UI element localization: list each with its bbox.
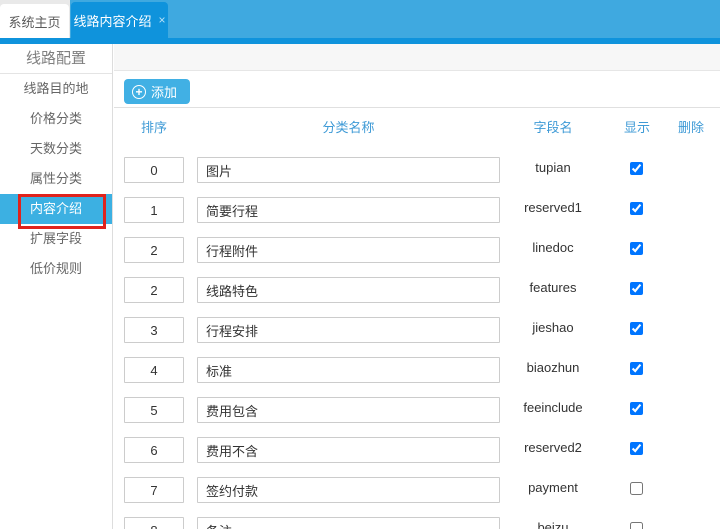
table-row: reserved2	[113, 428, 720, 468]
show-checkbox[interactable]	[630, 522, 643, 529]
field-name-text: biaozhun	[493, 348, 613, 388]
show-checkbox[interactable]	[630, 162, 643, 175]
sidebar-item-天数分类[interactable]: 天数分类	[0, 134, 112, 164]
category-name-input[interactable]	[197, 237, 500, 263]
field-name-text: tupian	[493, 148, 613, 188]
column-header-delete: 删除	[661, 108, 720, 148]
sort-order-input[interactable]	[124, 157, 184, 183]
field-name-text: beizu	[493, 508, 613, 529]
category-name-input[interactable]	[197, 517, 500, 529]
category-name-input[interactable]	[197, 157, 500, 183]
field-name-text: linedoc	[493, 228, 613, 268]
table-row: features	[113, 268, 720, 308]
category-name-input[interactable]	[197, 197, 500, 223]
show-checkbox[interactable]	[630, 362, 643, 375]
add-button[interactable]: + 添加	[124, 79, 190, 104]
sort-order-input[interactable]	[124, 357, 184, 383]
field-name-text: payment	[493, 468, 613, 508]
field-name-text: features	[493, 268, 613, 308]
table-body: tupianreserved1linedocfeaturesjieshaobia…	[113, 148, 720, 529]
add-button-label: 添加	[151, 82, 177, 101]
category-name-input[interactable]	[197, 477, 500, 503]
column-header-name: 分类名称	[197, 108, 500, 148]
show-checkbox[interactable]	[630, 242, 643, 255]
table-header-row: 排序 分类名称 字段名 显示 删除	[113, 108, 720, 148]
sidebar-item-低价规则[interactable]: 低价规则	[0, 254, 112, 284]
field-name-text: jieshao	[493, 308, 613, 348]
table-row: biaozhun	[113, 348, 720, 388]
show-checkbox[interactable]	[630, 202, 643, 215]
table-row: reserved1	[113, 188, 720, 228]
sidebar: 线路配置 线路目的地价格分类天数分类属性分类内容介绍扩展字段低价规则	[0, 44, 113, 529]
sort-order-input[interactable]	[124, 437, 184, 463]
tab-line-content-intro[interactable]: 线路内容介绍 ×	[71, 2, 168, 38]
show-checkbox[interactable]	[630, 482, 643, 495]
sort-order-input[interactable]	[124, 317, 184, 343]
tab-line-content-intro-label: 线路内容介绍	[73, 11, 151, 30]
show-checkbox[interactable]	[630, 402, 643, 415]
sidebar-menu: 线路目的地价格分类天数分类属性分类内容介绍扩展字段低价规则	[0, 74, 112, 284]
category-table: 排序 分类名称 字段名 显示 删除 tupianreserved1linedoc…	[113, 108, 720, 529]
column-header-show: 显示	[610, 108, 664, 148]
table-row: feeinclude	[113, 388, 720, 428]
sidebar-item-属性分类[interactable]: 属性分类	[0, 164, 112, 194]
sort-order-input[interactable]	[124, 397, 184, 423]
sort-order-input[interactable]	[124, 477, 184, 503]
show-checkbox[interactable]	[630, 282, 643, 295]
category-name-input[interactable]	[197, 357, 500, 383]
field-name-text: reserved2	[493, 428, 613, 468]
sort-order-input[interactable]	[124, 517, 184, 529]
show-checkbox[interactable]	[630, 442, 643, 455]
tab-system-home-label: 系统主页	[8, 12, 60, 31]
category-name-input[interactable]	[197, 277, 500, 303]
sidebar-item-扩展字段[interactable]: 扩展字段	[0, 224, 112, 254]
column-header-order: 排序	[124, 108, 184, 148]
category-name-input[interactable]	[197, 397, 500, 423]
sort-order-input[interactable]	[124, 277, 184, 303]
table-row: payment	[113, 468, 720, 508]
plus-circle-icon: +	[132, 85, 146, 99]
tab-close-icon[interactable]: ×	[159, 14, 166, 26]
field-name-text: reserved1	[493, 188, 613, 228]
sidebar-item-线路目的地[interactable]: 线路目的地	[0, 74, 112, 104]
column-header-field-name: 字段名	[493, 108, 613, 148]
table-row: jieshao	[113, 308, 720, 348]
field-name-text: feeinclude	[493, 388, 613, 428]
sort-order-input[interactable]	[124, 237, 184, 263]
tab-bar: 系统主页 线路内容介绍 ×	[0, 0, 720, 38]
category-name-input[interactable]	[197, 437, 500, 463]
app-window: 系统主页 线路内容介绍 × 线路配置 线路目的地价格分类天数分类属性分类内容介绍…	[0, 0, 720, 529]
category-name-input[interactable]	[197, 317, 500, 343]
sidebar-item-内容介绍[interactable]: 内容介绍	[0, 194, 112, 224]
toolbar: + 添加	[114, 72, 720, 108]
table-row: linedoc	[113, 228, 720, 268]
content-top-band	[114, 44, 720, 71]
show-checkbox[interactable]	[630, 322, 643, 335]
sidebar-item-价格分类[interactable]: 价格分类	[0, 104, 112, 134]
sort-order-input[interactable]	[124, 197, 184, 223]
sidebar-title: 线路配置	[0, 44, 112, 74]
table-row: tupian	[113, 148, 720, 188]
table-row: beizu	[113, 508, 720, 529]
tab-system-home[interactable]: 系统主页	[0, 4, 69, 38]
